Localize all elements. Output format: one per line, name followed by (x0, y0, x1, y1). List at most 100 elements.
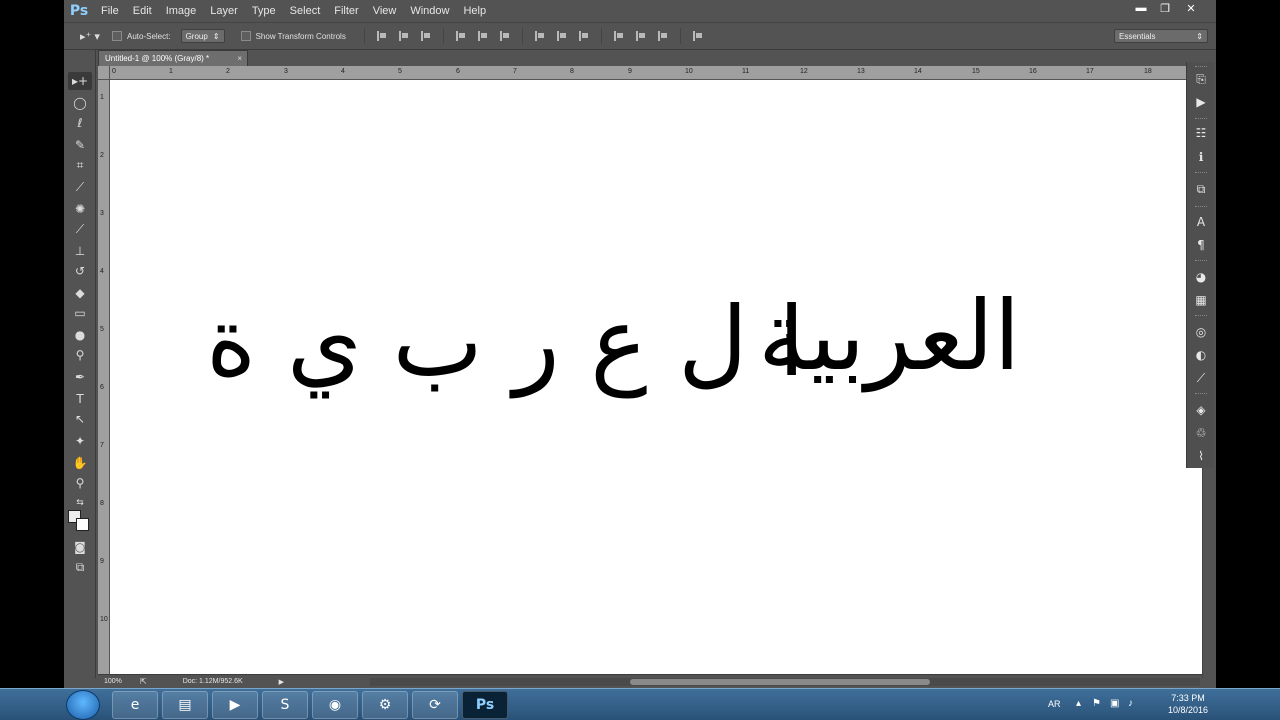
adjustments-panel-icon[interactable]: ◎ (1194, 325, 1208, 339)
menu-filter[interactable]: Filter (327, 0, 365, 22)
menu-window[interactable]: Window (403, 0, 456, 22)
export-icon[interactable]: ⇱ (140, 677, 147, 686)
menu-view[interactable]: View (366, 0, 404, 22)
horizontal-scroll-thumb[interactable] (630, 679, 930, 685)
distribute-left-icon[interactable] (613, 31, 624, 41)
crop-tool-icon[interactable]: ⌗ (68, 156, 92, 174)
dock-grip[interactable] (1195, 393, 1207, 395)
align-bottom-icon[interactable] (420, 31, 431, 41)
character-panel-icon[interactable]: A (1194, 215, 1208, 229)
zoom-tool-icon[interactable]: ⚲ (68, 474, 92, 492)
auto-select-dropdown[interactable]: Group ⇕ (180, 29, 225, 43)
move-tool-icon[interactable]: ▸+ (68, 72, 92, 90)
chrome-icon[interactable]: ◉ (312, 691, 358, 719)
swatches-panel-icon[interactable]: ▦ (1194, 293, 1208, 307)
horizontal-ruler[interactable]: 0 1 2 3 4 5 6 7 8 9 10 11 12 13 14 15 16… (98, 66, 1186, 80)
distribute-top-icon[interactable] (534, 31, 545, 41)
background-color-swatch[interactable] (76, 518, 89, 531)
clock[interactable]: 7:33 PM 10/8/2016 (1160, 692, 1216, 716)
document-tab[interactable]: Untitled-1 @ 100% (Gray/8) * × (98, 50, 248, 66)
control-panel-icon[interactable]: ⚙ (362, 691, 408, 719)
auto-align-layers-icon[interactable] (692, 31, 703, 41)
pen-tool-icon[interactable]: ✒ (68, 368, 92, 386)
menu-select[interactable]: Select (283, 0, 328, 22)
menu-image[interactable]: Image (159, 0, 204, 22)
color-panel-icon[interactable]: ◕ (1194, 270, 1208, 284)
channels-panel-icon[interactable]: ♲ (1194, 426, 1208, 440)
app-s-icon[interactable]: S (262, 691, 308, 719)
menu-file[interactable]: File (94, 0, 126, 22)
menu-help[interactable]: Help (456, 0, 493, 22)
distribute-bottom-icon[interactable] (578, 31, 589, 41)
lasso-tool-icon[interactable]: ℓ (68, 114, 92, 132)
screen-mode-icon[interactable]: ⧉ (68, 558, 92, 576)
tool-preset-picker[interactable]: ▸⁺ ▾ (64, 30, 104, 43)
dock-grip[interactable] (1195, 260, 1207, 262)
history-panel-icon[interactable]: ⎘ (1194, 72, 1208, 86)
network-icon[interactable]: ▣ (1110, 698, 1119, 709)
actions-panel-icon[interactable]: ▶ (1194, 95, 1208, 109)
properties-panel-icon[interactable]: ☷ (1194, 126, 1208, 140)
custom-shape-tool-icon[interactable]: ✦ (68, 432, 92, 450)
photoshop-taskbar-icon[interactable]: Ps (462, 691, 508, 719)
dock-grip[interactable] (1195, 172, 1207, 174)
vertical-ruler[interactable]: 1 2 3 4 5 6 7 8 9 10 (98, 80, 110, 674)
type-tool-icon[interactable]: T (68, 390, 92, 408)
close-button[interactable]: ✕ (1178, 0, 1204, 16)
workspace-switcher[interactable]: Essentials ⇕ (1114, 29, 1208, 43)
show-transform-checkbox[interactable] (240, 31, 251, 41)
blur-tool-icon[interactable]: ● (68, 326, 92, 344)
distribute-right-icon[interactable] (657, 31, 668, 41)
dock-grip[interactable] (1195, 206, 1207, 208)
volume-icon[interactable]: ♪ (1128, 698, 1133, 709)
align-top-icon[interactable] (376, 31, 387, 41)
align-right-icon[interactable] (499, 31, 510, 41)
dodge-tool-icon[interactable]: ⚲ (68, 346, 92, 364)
clone-stamp-tool-icon[interactable]: ⊥ (68, 242, 92, 260)
start-button[interactable] (66, 690, 100, 720)
menu-layer[interactable]: Layer (203, 0, 245, 22)
gradient-tool-icon[interactable]: ▭ (68, 304, 92, 322)
auto-select-checkbox[interactable] (112, 31, 122, 41)
clone-source-panel-icon[interactable]: ⧉ (1194, 182, 1208, 196)
arabic-text-connected[interactable]: العربية (758, 288, 1020, 384)
ruler-origin[interactable] (98, 66, 110, 80)
close-tab-icon[interactable]: × (237, 54, 242, 63)
quick-selection-tool-icon[interactable]: ✎ (68, 136, 92, 154)
internet-explorer-icon[interactable]: e (112, 691, 158, 719)
document-canvas[interactable]: ا ل ع ر ب ي ة العربية (110, 80, 1202, 674)
horizontal-scrollbar[interactable] (370, 678, 1200, 686)
file-explorer-icon[interactable]: ▤ (162, 691, 208, 719)
styles-panel-icon[interactable]: ◐ (1194, 348, 1208, 362)
minimize-button[interactable]: ▬ (1128, 0, 1154, 16)
distribute-vcenter-icon[interactable] (556, 31, 567, 41)
menu-edit[interactable]: Edit (126, 0, 159, 22)
eyedropper-tool-icon[interactable]: ⟋ (68, 178, 92, 196)
teamviewer-icon[interactable]: ⟳ (412, 691, 458, 719)
brush-tool-icon[interactable]: ⟋ (68, 220, 92, 238)
info-panel-icon[interactable]: ℹ (1194, 150, 1208, 164)
brush-presets-panel-icon[interactable]: ⟋ (1194, 371, 1208, 385)
media-player-icon[interactable]: ▶ (212, 691, 258, 719)
paths-panel-icon[interactable]: ⌇ (1194, 449, 1208, 463)
status-menu-arrow-icon[interactable]: ▶ (279, 678, 284, 686)
paragraph-panel-icon[interactable]: ¶ (1194, 238, 1208, 252)
align-left-icon[interactable] (455, 31, 466, 41)
hand-tool-icon[interactable]: ✋ (68, 454, 92, 472)
path-selection-tool-icon[interactable]: ↖ (68, 410, 92, 428)
language-indicator[interactable]: AR (1048, 699, 1061, 709)
arabic-text-disconnected[interactable]: ا ل ع ر ب ي ة (206, 294, 809, 390)
align-hcenter-icon[interactable] (477, 31, 488, 41)
dock-grip[interactable] (1195, 118, 1207, 120)
layers-panel-icon[interactable]: ◈ (1194, 403, 1208, 417)
zoom-level-field[interactable]: 100% (98, 678, 128, 685)
restore-button[interactable]: ❐ (1152, 0, 1178, 16)
spot-healing-tool-icon[interactable]: ✺ (68, 200, 92, 218)
history-brush-tool-icon[interactable]: ↺ (68, 262, 92, 280)
tray-arrow-icon[interactable]: ▴ (1076, 698, 1081, 709)
dock-grip[interactable] (1195, 66, 1207, 68)
action-center-icon[interactable]: ⚑ (1092, 698, 1101, 709)
elliptical-marquee-tool-icon[interactable]: ◯ (68, 94, 92, 112)
distribute-hcenter-icon[interactable] (635, 31, 646, 41)
eraser-tool-icon[interactable]: ◆ (68, 284, 92, 302)
